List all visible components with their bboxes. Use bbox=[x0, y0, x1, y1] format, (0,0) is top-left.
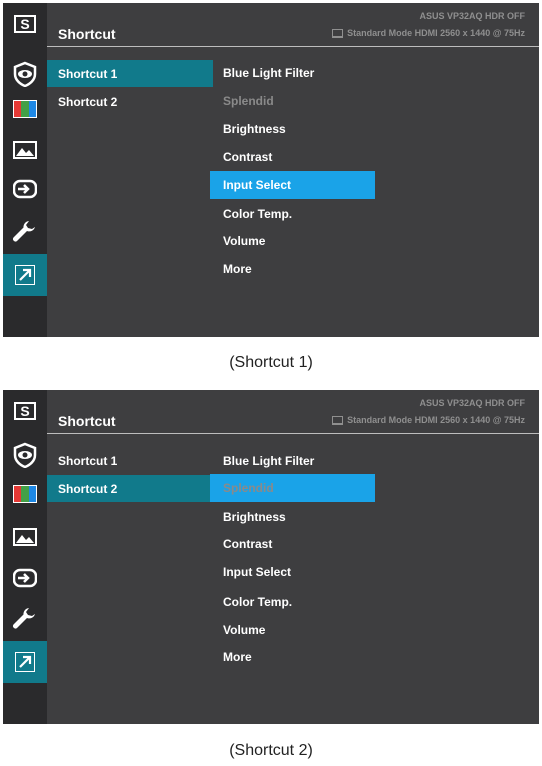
option-brightness[interactable]: Brightness bbox=[210, 115, 375, 143]
menu-item-shortcut-1[interactable]: Shortcut 1 bbox=[47, 447, 213, 474]
eye-icon[interactable] bbox=[3, 56, 47, 92]
header-divider bbox=[47, 433, 539, 434]
image-icon[interactable] bbox=[3, 519, 47, 555]
option-splendid[interactable]: Splendid bbox=[210, 474, 375, 502]
splendid-logo-icon[interactable]: S bbox=[3, 6, 47, 42]
menu-item-shortcut-2[interactable]: Shortcut 2 bbox=[47, 475, 213, 502]
option-input-select[interactable]: Input Select bbox=[210, 171, 375, 199]
page-title: Shortcut bbox=[58, 26, 116, 42]
status-text: Standard Mode HDMI 2560 x 1440 @ 75Hz bbox=[347, 28, 525, 38]
monitor-icon bbox=[332, 415, 344, 425]
input-icon[interactable] bbox=[3, 171, 47, 207]
menu-item-shortcut-1[interactable]: Shortcut 1 bbox=[47, 60, 213, 87]
option-blue-light-filter[interactable]: Blue Light Filter bbox=[210, 447, 375, 475]
shortcut-arrow-icon[interactable] bbox=[3, 641, 47, 683]
option-volume[interactable]: Volume bbox=[210, 227, 375, 255]
status-text: Standard Mode HDMI 2560 x 1440 @ 75Hz bbox=[347, 415, 525, 425]
option-splendid[interactable]: Splendid bbox=[210, 87, 375, 115]
option-input-select[interactable]: Input Select bbox=[210, 558, 375, 586]
option-blue-light-filter[interactable]: Blue Light Filter bbox=[210, 59, 375, 87]
color-icon[interactable] bbox=[3, 91, 47, 127]
wrench-icon[interactable] bbox=[3, 215, 47, 251]
caption-shortcut-1: (Shortcut 1) bbox=[229, 354, 313, 371]
monitor-model: ASUS VP32AQ HDR OFF bbox=[419, 11, 525, 21]
eye-icon[interactable] bbox=[3, 437, 47, 473]
option-contrast[interactable]: Contrast bbox=[210, 530, 375, 558]
header-divider bbox=[47, 46, 539, 47]
image-icon[interactable] bbox=[3, 132, 47, 168]
sidebar: S bbox=[3, 3, 47, 337]
monitor-icon bbox=[332, 28, 344, 38]
shortcut-arrow-icon[interactable] bbox=[3, 254, 47, 296]
osd-screen-shortcut-2: S Shortcut ASUS VP32AQ HDR OFF Standard … bbox=[3, 390, 539, 724]
option-contrast[interactable]: Contrast bbox=[210, 143, 375, 171]
input-icon[interactable] bbox=[3, 560, 47, 596]
osd-screen-shortcut-1: S Shortcut ASUS VP32AQ HDR OFF Standard … bbox=[3, 3, 539, 337]
option-color-temp[interactable]: Color Temp. bbox=[210, 588, 375, 616]
splendid-logo-icon[interactable]: S bbox=[3, 393, 47, 429]
status-line: Standard Mode HDMI 2560 x 1440 @ 75Hz bbox=[332, 28, 525, 38]
option-volume[interactable]: Volume bbox=[210, 616, 375, 644]
caption-shortcut-2: (Shortcut 2) bbox=[229, 742, 313, 759]
sidebar: S bbox=[3, 390, 47, 724]
page-title: Shortcut bbox=[58, 413, 116, 429]
option-more[interactable]: More bbox=[210, 255, 375, 283]
status-line: Standard Mode HDMI 2560 x 1440 @ 75Hz bbox=[332, 415, 525, 425]
monitor-model: ASUS VP32AQ HDR OFF bbox=[419, 398, 525, 408]
wrench-icon[interactable] bbox=[3, 602, 47, 638]
menu-item-shortcut-2[interactable]: Shortcut 2 bbox=[47, 88, 213, 115]
option-brightness[interactable]: Brightness bbox=[210, 503, 375, 531]
color-icon[interactable] bbox=[3, 476, 47, 512]
option-color-temp[interactable]: Color Temp. bbox=[210, 200, 375, 228]
option-more[interactable]: More bbox=[210, 643, 375, 671]
